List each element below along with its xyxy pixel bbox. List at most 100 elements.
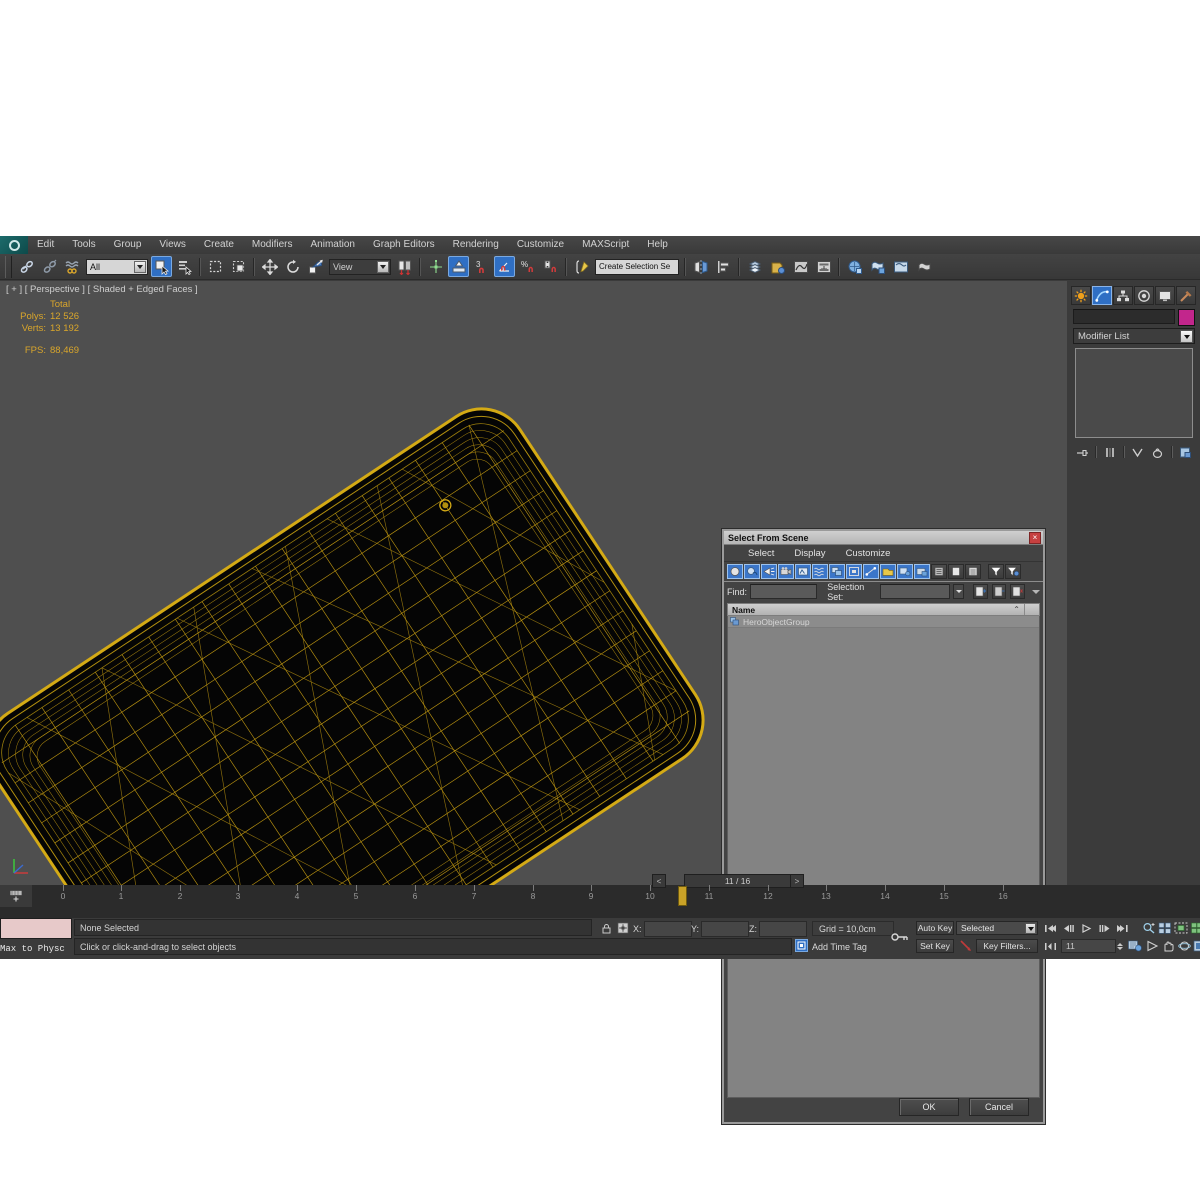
window-crossing-toggle-icon[interactable]: [228, 256, 249, 277]
bind-space-warp-icon[interactable]: [62, 256, 83, 277]
chevron-down-icon[interactable]: [377, 260, 389, 273]
hierarchy-tab[interactable]: [1113, 286, 1133, 305]
chevron-down-icon[interactable]: [1180, 330, 1193, 343]
menu-item-animation[interactable]: Animation: [301, 236, 363, 254]
chevron-down-icon[interactable]: [953, 584, 964, 599]
menu-item-rendering[interactable]: Rendering: [444, 236, 508, 254]
select-and-manipulate-icon[interactable]: [425, 256, 446, 277]
layer-manager-icon[interactable]: [744, 256, 765, 277]
dialog-menu-select[interactable]: Select: [738, 548, 784, 559]
key-mode-toggle-icon[interactable]: [1043, 939, 1058, 953]
y-coordinate-field[interactable]: Y:: [691, 921, 750, 937]
scene-object-list[interactable]: HeroObjectGroup: [727, 616, 1040, 1098]
modify-tab[interactable]: [1092, 286, 1112, 305]
dialog-menu-display[interactable]: Display: [784, 548, 835, 559]
display-helpers-icon[interactable]: [795, 564, 811, 579]
select-by-name-icon[interactable]: [174, 256, 195, 277]
expand-options-icon[interactable]: [1031, 587, 1040, 596]
zoom-extents-icon[interactable]: [1173, 921, 1188, 935]
ok-button[interactable]: OK: [899, 1098, 959, 1116]
graphite-modeling-tools-icon[interactable]: [767, 256, 788, 277]
go-to-start-icon[interactable]: [1043, 921, 1058, 935]
selection-set-combo[interactable]: [880, 584, 951, 599]
list-item[interactable]: HeroObjectGroup: [728, 616, 1039, 628]
set-key-arrow-icon[interactable]: [958, 939, 974, 953]
percent-snap-toggle-icon[interactable]: %: [517, 256, 538, 277]
display-bones-icon[interactable]: [863, 564, 879, 579]
spinner-snap-toggle-icon[interactable]: [540, 256, 561, 277]
display-geometry-icon[interactable]: [727, 564, 743, 579]
frame-number-field[interactable]: 11: [1061, 939, 1116, 953]
find-input[interactable]: [750, 584, 817, 599]
display-groups-icon[interactable]: [829, 564, 845, 579]
menu-item-customize[interactable]: Customize: [508, 236, 573, 254]
select-from-scene-dialog[interactable]: Select From Scene × Select Display Custo…: [722, 529, 1045, 1124]
time-tag-icon[interactable]: [795, 939, 808, 952]
absolute-relative-transform-icon[interactable]: [616, 921, 629, 934]
chevron-down-icon[interactable]: [134, 260, 146, 273]
select-and-scale-icon[interactable]: [305, 256, 326, 277]
make-unique-icon[interactable]: [1130, 445, 1145, 460]
snaps-toggle-icon[interactable]: [448, 256, 469, 277]
menu-item-graph-editors[interactable]: Graph Editors: [364, 236, 444, 254]
x-coordinate-field[interactable]: X:: [633, 921, 692, 937]
menu-item-create[interactable]: Create: [195, 236, 243, 254]
rendered-frame-window-icon[interactable]: [890, 256, 911, 277]
select-and-rotate-icon[interactable]: [282, 256, 303, 277]
open-mini-curve-editor-icon[interactable]: [0, 885, 33, 907]
scene-list-header[interactable]: Name ⌃: [727, 603, 1040, 616]
select-link-icon[interactable]: [16, 256, 37, 277]
named-selection-set-combo[interactable]: Create Selection Se: [595, 258, 679, 275]
display-containers-icon[interactable]: [880, 564, 896, 579]
menu-item-views[interactable]: Views: [150, 236, 195, 254]
play-animation-icon[interactable]: [1079, 921, 1094, 935]
auto-key-button[interactable]: Auto Key: [916, 921, 954, 935]
pan-view-icon[interactable]: [1161, 939, 1176, 953]
close-icon[interactable]: ×: [1029, 531, 1041, 544]
key-filters-button[interactable]: Key Filters...: [976, 939, 1038, 953]
use-pivot-point-center-icon[interactable]: [394, 256, 415, 277]
maximize-viewport-toggle-icon[interactable]: [1191, 939, 1200, 953]
angle-snap-toggle-icon[interactable]: [494, 256, 515, 277]
render-setup-icon[interactable]: [867, 256, 888, 277]
schematic-view-icon[interactable]: [813, 256, 834, 277]
frame-spinner[interactable]: [1116, 939, 1124, 953]
create-tab[interactable]: [1071, 286, 1091, 305]
display-none-icon[interactable]: [914, 564, 930, 579]
z-coordinate-field[interactable]: Z:: [749, 921, 807, 937]
select-selection-set-icon[interactable]: [991, 584, 1007, 599]
filter-icon[interactable]: [988, 564, 1004, 579]
select-object-icon[interactable]: [151, 256, 172, 277]
current-frame-indicator[interactable]: 11 / 16: [684, 874, 791, 888]
chevron-down-icon[interactable]: [1025, 923, 1036, 934]
previous-frame-arrow[interactable]: <: [652, 874, 666, 888]
select-and-move-icon[interactable]: [259, 256, 280, 277]
cancel-button[interactable]: Cancel: [969, 1098, 1029, 1116]
edit-named-selection-sets-icon[interactable]: [571, 256, 592, 277]
orbit-icon[interactable]: [1177, 939, 1192, 953]
object-name-field[interactable]: [1073, 309, 1175, 324]
timeline-ruler[interactable]: < 11 / 16 > 0 1 2 3 4 5 6 7 8 9 10 11 12…: [32, 874, 1132, 907]
key-filter-combo[interactable]: Selected: [956, 921, 1038, 935]
material-editor-icon[interactable]: [844, 256, 865, 277]
remove-modifier-icon[interactable]: [1150, 445, 1165, 460]
expand-all-icon[interactable]: [931, 564, 947, 579]
display-shapes-icon[interactable]: [744, 564, 760, 579]
toolbar-grip[interactable]: [5, 255, 12, 278]
render-production-icon[interactable]: [913, 256, 934, 277]
dialog-title-bar[interactable]: Select From Scene ×: [724, 531, 1043, 545]
time-configuration-icon[interactable]: [1127, 939, 1142, 953]
collapse-all-icon[interactable]: [948, 564, 964, 579]
selection-filter-combo[interactable]: All: [86, 258, 148, 275]
set-key-button[interactable]: Set Key: [916, 939, 954, 953]
utilities-tab[interactable]: [1176, 286, 1196, 305]
advanced-filter-icon[interactable]: [1005, 564, 1021, 579]
dialog-menu-customize[interactable]: Customize: [836, 548, 901, 559]
pin-stack-icon[interactable]: [1075, 445, 1090, 460]
object-color-swatch[interactable]: [1178, 309, 1195, 326]
motion-tab[interactable]: [1134, 286, 1154, 305]
key-mode-toggle-icon[interactable]: [890, 928, 910, 946]
script-listener-pink[interactable]: [0, 918, 72, 939]
menu-item-maxscript[interactable]: MAXScript: [573, 236, 638, 254]
show-end-result-icon[interactable]: [1103, 445, 1118, 460]
